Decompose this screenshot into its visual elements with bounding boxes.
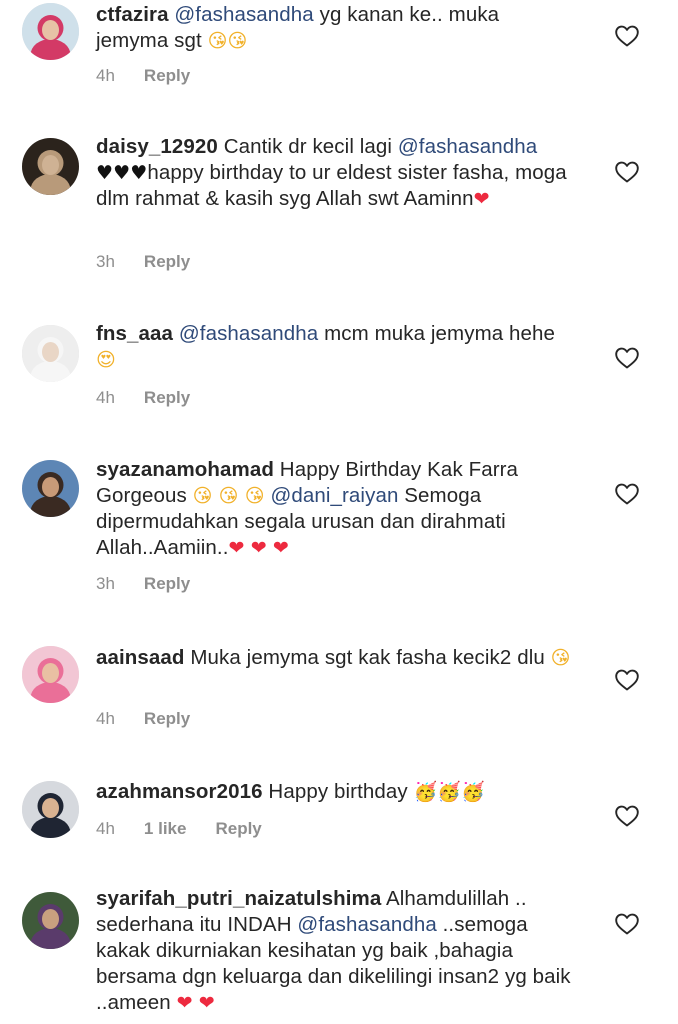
mention-link[interactable]: @fashasandha xyxy=(179,322,318,345)
reply-button[interactable]: Reply xyxy=(215,819,261,839)
avatar[interactable] xyxy=(22,646,79,703)
username-link[interactable]: syarifah_putri_naizatulshima xyxy=(96,887,381,910)
comment-meta: 4h Reply xyxy=(96,388,190,408)
comment-text: daisy_12920 Cantik dr kecil lagi @fashas… xyxy=(96,134,574,212)
comment-text: ctfazira @fashasandha yg kanan ke.. muka… xyxy=(96,2,574,54)
username-link[interactable]: syazanamohamad xyxy=(96,458,274,481)
timestamp: 3h xyxy=(96,252,115,271)
emoji: 😘 😘 😘 xyxy=(192,485,265,507)
avatar[interactable] xyxy=(22,892,79,949)
emoji: 😍 xyxy=(96,349,116,371)
username-link[interactable]: fns_aaa xyxy=(96,322,173,345)
emoji: ❤ xyxy=(473,188,490,210)
comment-text: syarifah_putri_naizatulshima Alhamdulill… xyxy=(96,886,574,1016)
comment-text: aainsaad Muka jemyma sgt kak fasha kecik… xyxy=(96,645,574,671)
comment-body: Cantik dr kecil lagi xyxy=(217,135,398,158)
timestamp: 4h xyxy=(96,388,115,407)
timestamp: 3h xyxy=(96,574,115,593)
comment-body: Happy birthday xyxy=(262,780,414,803)
comment-meta: 4h Reply xyxy=(96,709,190,729)
emoji: 😘 xyxy=(550,647,571,669)
comment-text: azahmansor2016 Happy birthday 🥳🥳🥳 xyxy=(96,779,574,805)
avatar[interactable] xyxy=(22,325,79,382)
comment-body: happy birthday to ur eldest sister fasha… xyxy=(96,161,567,210)
likes-count[interactable]: 1 like xyxy=(144,819,187,839)
emoji: 😘 xyxy=(227,30,248,52)
comment-meta: 4h Reply xyxy=(96,66,190,86)
timestamp: 4h xyxy=(96,709,115,728)
mention-link[interactable]: @fashasandha xyxy=(174,3,313,26)
comment-meta: 4h 1 like Reply xyxy=(96,819,262,839)
like-heart-icon[interactable] xyxy=(614,804,640,828)
emoji: 😘 xyxy=(207,30,228,52)
emoji: ♥♥♥ xyxy=(96,162,148,184)
emoji: ❤ ❤ ❤ xyxy=(228,537,289,559)
reply-button[interactable]: Reply xyxy=(144,709,190,729)
reply-button[interactable]: Reply xyxy=(144,388,190,408)
comment-text: fns_aaa @fashasandha mcm muka jemyma heh… xyxy=(96,321,574,373)
avatar[interactable] xyxy=(22,460,79,517)
like-heart-icon[interactable] xyxy=(614,346,640,370)
reply-button[interactable]: Reply xyxy=(144,66,190,86)
avatar[interactable] xyxy=(22,781,79,838)
timestamp: 4h xyxy=(96,819,115,838)
comment-body: mcm muka jemyma hehe xyxy=(318,322,556,345)
mention-link[interactable]: @dani_raiyan xyxy=(270,484,398,507)
reply-button[interactable]: Reply xyxy=(144,574,190,594)
username-link[interactable]: azahmansor2016 xyxy=(96,780,263,803)
mention-link[interactable]: @fashasandha xyxy=(297,913,436,936)
emoji: 🥳🥳🥳 xyxy=(413,781,485,803)
like-heart-icon[interactable] xyxy=(614,24,640,48)
comment-meta: 3h Reply xyxy=(96,252,190,272)
comment-body: Muka jemyma sgt kak fasha kecik2 dlu xyxy=(184,646,551,669)
like-heart-icon[interactable] xyxy=(614,482,640,506)
timestamp: 4h xyxy=(96,66,115,85)
username-link[interactable]: ctfazira xyxy=(96,3,169,26)
avatar[interactable] xyxy=(22,3,79,60)
like-heart-icon[interactable] xyxy=(614,668,640,692)
username-link[interactable]: daisy_12920 xyxy=(96,135,218,158)
avatar[interactable] xyxy=(22,138,79,195)
emoji: ❤ ❤ xyxy=(176,992,215,1014)
mention-link[interactable]: @fashasandha xyxy=(398,135,537,158)
comment-meta: 3h Reply xyxy=(96,574,190,594)
like-heart-icon[interactable] xyxy=(614,912,640,936)
username-link[interactable]: aainsaad xyxy=(96,646,185,669)
reply-button[interactable]: Reply xyxy=(144,252,190,272)
like-heart-icon[interactable] xyxy=(614,160,640,184)
comment-text: syazanamohamad Happy Birthday Kak Farra … xyxy=(96,457,574,561)
